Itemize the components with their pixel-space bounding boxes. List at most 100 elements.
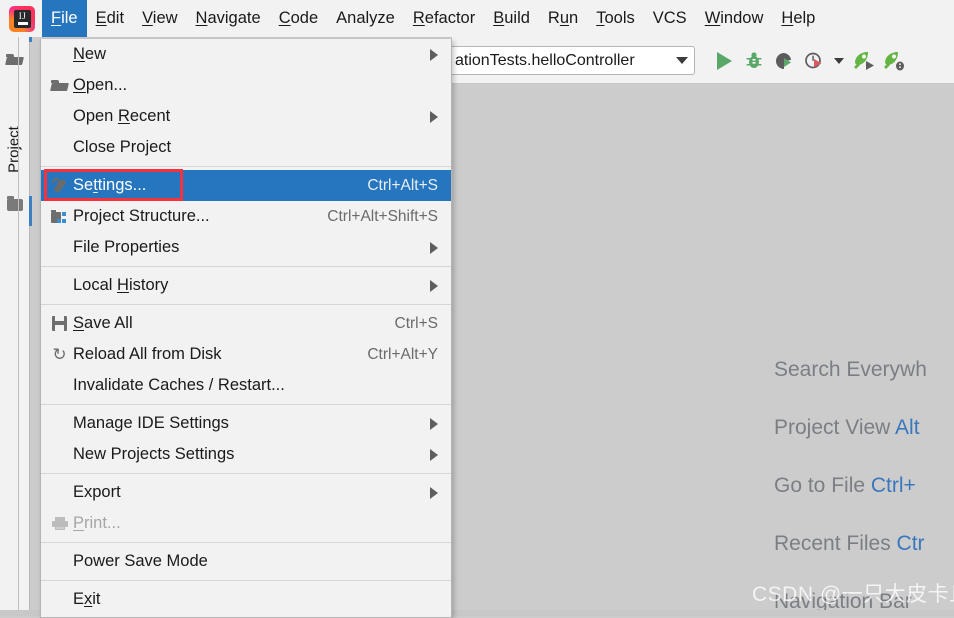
menu-separator	[41, 473, 451, 474]
menubar-item-label: Edit	[95, 9, 125, 27]
menubar-item-code[interactable]: Code	[270, 0, 327, 37]
rocket-debug-button[interactable]	[879, 46, 909, 76]
menubar-item-label: File	[51, 9, 78, 27]
menubar-item-help[interactable]: Help	[772, 0, 824, 37]
submenu-arrow-icon	[430, 110, 438, 123]
menu-item-settings[interactable]: Settings... Ctrl+Alt+S	[41, 170, 451, 201]
menu-item-local-history[interactable]: Local History	[41, 270, 451, 301]
stripe-folder-open-button[interactable]	[0, 45, 29, 75]
debug-icon	[746, 51, 762, 68]
watermark-text: CSDN @一只大皮卡丘	[752, 583, 954, 606]
menubar-item-label: Code	[278, 9, 319, 27]
menu-item-label: New	[73, 45, 107, 63]
logo-bar	[17, 22, 28, 25]
run-configuration-label: ationTests.helloController	[455, 51, 635, 69]
rocket-debug-icon	[884, 51, 904, 70]
menu-item-new-projects-settings[interactable]: New Projects Settings	[41, 439, 451, 470]
menu-item-new[interactable]: New	[41, 39, 451, 70]
menu-item-power-save-mode[interactable]: Power Save Mode	[41, 546, 451, 577]
menu-item-icon-slot	[46, 517, 73, 530]
menu-item-manage-ide-settings[interactable]: Manage IDE Settings	[41, 408, 451, 439]
debug-button[interactable]	[739, 46, 769, 76]
profiler-dropdown-button[interactable]	[829, 46, 849, 76]
menu-item-shortcut: Ctrl+Alt+Y	[367, 345, 438, 363]
menubar-item-label: Tools	[596, 9, 635, 27]
profiler-button[interactable]	[799, 46, 829, 76]
run-with-coverage-button[interactable]	[769, 46, 799, 76]
menu-separator	[41, 404, 451, 405]
menu-item-invalidate-caches-restart[interactable]: Invalidate Caches / Restart...	[41, 370, 451, 401]
submenu-arrow-icon	[430, 486, 438, 499]
menubar-item-edit[interactable]: Edit	[87, 0, 133, 37]
left-tool-stripe: Project	[0, 37, 30, 616]
hint-shortcut: Alt	[895, 416, 920, 439]
chevron-down-icon	[676, 57, 688, 64]
menu-item-open[interactable]: Open...	[41, 70, 451, 101]
menu-item-label: Project Structure...	[73, 207, 210, 225]
menu-item-label: Export	[73, 483, 121, 501]
ide-window: IJ File Edit View Navigate Code Analyze Refact…	[0, 0, 954, 618]
menubar-item-analyze[interactable]: Analyze	[327, 0, 404, 37]
menu-item-icon-slot	[46, 178, 73, 194]
menu-item-print: Print...	[41, 508, 451, 539]
menubar-item-label: Analyze	[336, 9, 395, 27]
menubar-item-label: Run	[547, 9, 579, 27]
editor-empty-state: Search Everywh Project View Alt Go to Fi…	[452, 84, 954, 616]
rocket-run-button[interactable]	[849, 46, 879, 76]
menu-item-label: Open...	[73, 76, 128, 94]
menu-item-label: Settings...	[73, 176, 147, 194]
print-icon	[51, 517, 68, 530]
chevron-down-icon	[834, 57, 844, 64]
stripe-accent-top	[29, 37, 32, 42]
menu-item-save-all[interactable]: Save All Ctrl+S	[41, 308, 451, 339]
menu-item-label: Close Project	[73, 138, 172, 156]
sidebar-item-project[interactable]: Project	[0, 89, 29, 229]
menu-item-file-properties[interactable]: File Properties	[41, 232, 451, 263]
run-button[interactable]	[709, 46, 739, 76]
run-with-coverage-icon	[776, 52, 791, 69]
stripe-divider	[18, 37, 19, 616]
menu-item-label: Print...	[73, 514, 121, 532]
submenu-arrow-icon	[430, 417, 438, 430]
menu-item-project-structure[interactable]: Project Structure... Ctrl+Alt+Shift+S	[41, 201, 451, 232]
run-icon	[716, 51, 732, 70]
menu-item-close-project[interactable]: Close Project	[41, 132, 451, 163]
submenu-arrow-icon	[430, 448, 438, 461]
menubar-item-view[interactable]: View	[133, 0, 186, 37]
menubar-item-navigate[interactable]: Navigate	[187, 0, 270, 37]
project-structure-icon	[51, 209, 68, 224]
menubar-item-file[interactable]: File	[42, 0, 87, 37]
menu-item-shortcut: Ctrl+Alt+S	[367, 176, 438, 194]
menu-item-open-recent[interactable]: Open Recent	[41, 101, 451, 132]
menubar-item-window[interactable]: Window	[696, 0, 773, 37]
project-tab-label: Project	[5, 126, 23, 173]
menubar-item-build[interactable]: Build	[484, 0, 539, 37]
menubar-item-label: VCS	[652, 9, 687, 27]
folder-icon	[7, 196, 23, 211]
hint-shortcut: Ctr	[896, 532, 925, 555]
menubar-item-label: Help	[781, 9, 816, 27]
menu-item-reload-all-from-disk[interactable]: ↻ Reload All from Disk Ctrl+Alt+Y	[41, 339, 451, 370]
menubar-item-vcs[interactable]: VCS	[644, 0, 696, 37]
menu-item-label: File Properties	[73, 238, 180, 256]
menubar-item-run[interactable]: Run	[539, 0, 587, 37]
hint-project-view: Project View Alt	[774, 416, 920, 440]
menu-item-exit[interactable]: Exit	[41, 584, 451, 615]
menu-bar-items: File Edit View Navigate Code Analyze Refactor B…	[42, 0, 824, 37]
menubar-item-label: Window	[704, 9, 764, 27]
menubar-item-label: Navigate	[195, 9, 261, 27]
menu-item-label: Exit	[73, 590, 101, 608]
hint-shortcut: Ctrl+	[870, 474, 916, 497]
menu-item-icon-slot: ↻	[46, 346, 73, 363]
run-configuration-selector[interactable]: ationTests.helloController	[450, 46, 695, 75]
menubar-item-refactor[interactable]: Refactor	[404, 0, 484, 37]
menu-separator	[41, 166, 451, 167]
menu-item-export[interactable]: Export	[41, 477, 451, 508]
menubar-item-tools[interactable]: Tools	[587, 0, 644, 37]
save-icon	[52, 316, 67, 331]
hint-search-everywhere: Search Everywh	[774, 358, 927, 382]
submenu-arrow-icon	[430, 48, 438, 61]
hint-label: Recent Files	[774, 532, 897, 555]
folder-open-icon	[51, 79, 68, 92]
menu-separator	[41, 266, 451, 267]
